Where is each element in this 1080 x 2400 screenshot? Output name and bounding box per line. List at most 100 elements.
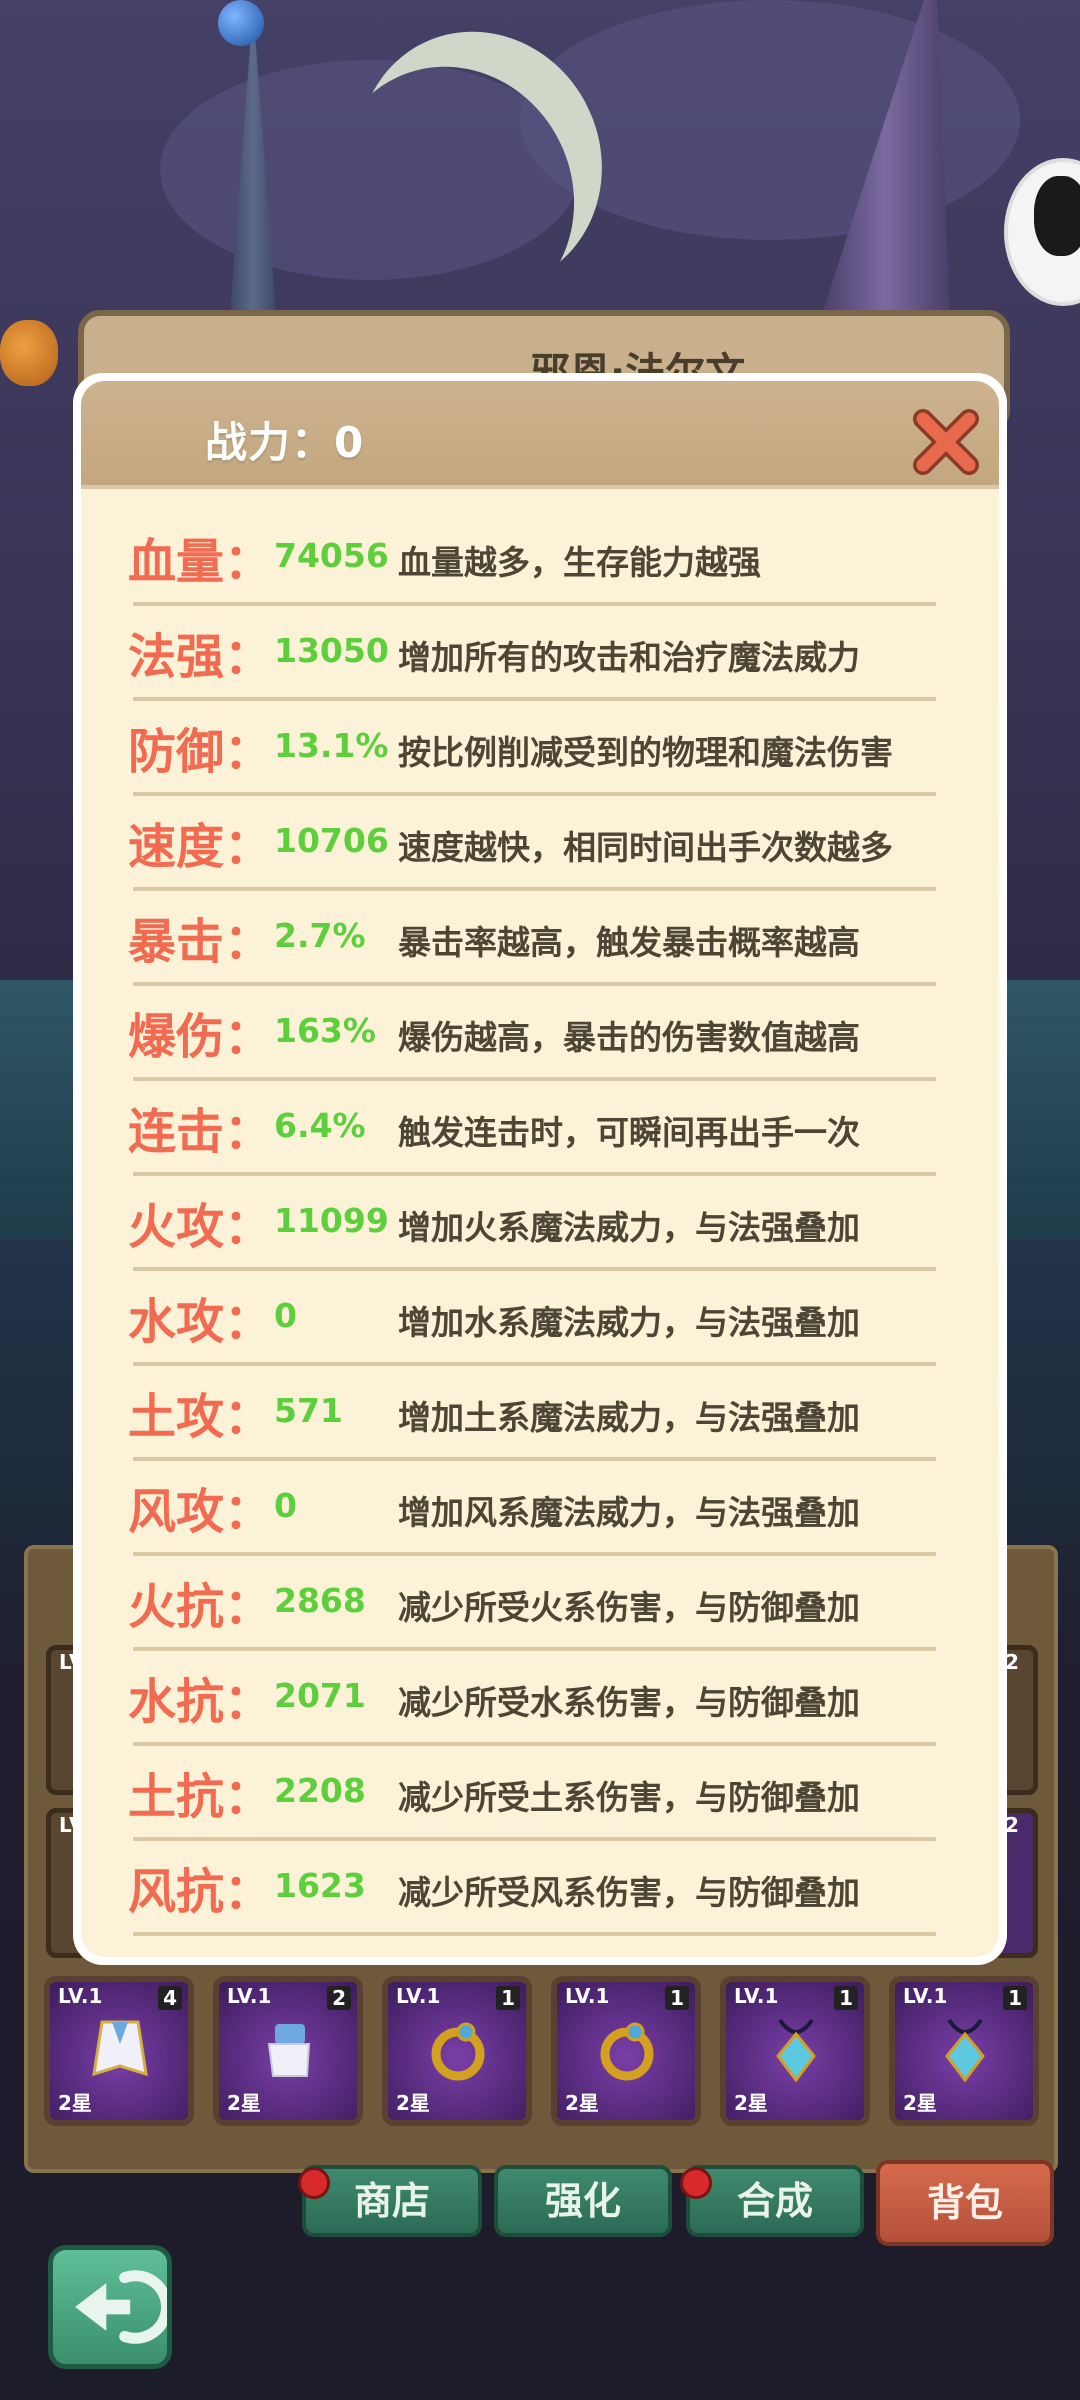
stat-name: 土攻： xyxy=(128,1389,273,1445)
stat-name: 水抗： xyxy=(128,1674,273,1730)
stat-name: 风攻： xyxy=(128,1484,273,1540)
slot-count: 2 xyxy=(1005,1813,1019,1837)
stats-dialog-body: 战力：0 血量： 74056 血量越多，生存能力越强 法强： 13050 增加所… xyxy=(81,381,999,1957)
slot-count: 2 xyxy=(1005,1650,1019,1674)
inventory-slot[interactable]: LV.1 2 2星 xyxy=(213,1976,363,2126)
stat-name: 法强： xyxy=(128,629,273,685)
stat-name: 火抗： xyxy=(128,1579,273,1635)
inventory-slot[interactable]: LV.1 1 2星 xyxy=(889,1976,1039,2126)
back-button[interactable] xyxy=(48,2245,173,2369)
stat-value: 13050 xyxy=(274,631,389,670)
stat-value: 2071 xyxy=(274,1676,366,1715)
stats-dialog: 战力：0 血量： 74056 血量越多，生存能力越强 法强： 13050 增加所… xyxy=(73,373,1007,1965)
inventory-slot[interactable]: LV.1 1 2星 xyxy=(551,1976,701,2126)
slot-count: 1 xyxy=(834,1986,858,2010)
back-arrow-icon xyxy=(75,2270,173,2344)
slot-count: 1 xyxy=(1003,1986,1027,2010)
stat-description: 增加所有的攻击和治疗魔法威力 xyxy=(398,638,860,677)
row-divider xyxy=(133,887,936,891)
stat-row-magic-power: 法强： 13050 增加所有的攻击和治疗魔法威力 xyxy=(128,607,936,702)
stat-name: 连击： xyxy=(128,1104,273,1160)
amulet-icon xyxy=(945,2018,985,2083)
stat-description: 速度越快，相同时间出手次数越多 xyxy=(398,828,893,867)
stat-name: 暴击： xyxy=(128,914,273,970)
bag-tab-button[interactable]: 背包 xyxy=(876,2160,1054,2246)
stat-row-combo: 连击： 6.4% 触发连击时，可瞬间再出手一次 xyxy=(128,1082,936,1177)
stat-description: 减少所受土系伤害，与防御叠加 xyxy=(398,1778,860,1817)
row-divider xyxy=(133,1837,936,1841)
stat-value: 74056 xyxy=(274,536,389,575)
notification-dot xyxy=(298,2167,330,2199)
stat-row-water-resist: 水抗： 2071 减少所受水系伤害，与防御叠加 xyxy=(128,1652,936,1747)
row-divider xyxy=(133,1742,936,1746)
slot-stars: 2星 xyxy=(396,2091,430,2115)
inventory-slot[interactable]: LV.1 1 2星 xyxy=(382,1976,532,2126)
combine-tab-button[interactable]: 合成 xyxy=(686,2165,864,2237)
stat-row-crit: 暴击： 2.7% 暴击率越高，触发暴击概率越高 xyxy=(128,892,936,987)
stat-value: 2.7% xyxy=(274,916,366,955)
stat-value: 1623 xyxy=(274,1866,366,1905)
stat-name: 血量： xyxy=(128,534,273,590)
stat-row-earth-resist: 土抗： 2208 减少所受土系伤害，与防御叠加 xyxy=(128,1747,936,1842)
stat-description: 减少所受火系伤害，与防御叠加 xyxy=(398,1588,860,1627)
enhance-tab-button[interactable]: 强化 xyxy=(494,2165,672,2237)
slot-stars: 2星 xyxy=(565,2091,599,2115)
slot-level: LV.1 xyxy=(58,1984,103,2008)
slot-level: LV.1 xyxy=(903,1984,948,2008)
stat-description: 增加水系魔法威力，与法强叠加 xyxy=(398,1303,860,1342)
row-divider xyxy=(133,792,936,796)
stat-value: 0 xyxy=(274,1296,297,1335)
row-divider xyxy=(133,1552,936,1556)
ring-icon xyxy=(431,2022,485,2081)
stat-row-earth-attack: 土攻： 571 增加土系魔法威力，与法强叠加 xyxy=(128,1367,936,1462)
stat-value: 11099 xyxy=(274,1201,389,1240)
stat-row-fire-resist: 火抗： 2868 减少所受火系伤害，与防御叠加 xyxy=(128,1557,936,1652)
slot-stars: 2星 xyxy=(227,2091,261,2115)
row-divider xyxy=(133,602,936,606)
row-divider xyxy=(133,1457,936,1461)
cloak-icon xyxy=(92,2020,148,2077)
stat-value: 2868 xyxy=(274,1581,366,1620)
shop-tab-button[interactable]: 商店 xyxy=(302,2165,482,2237)
stat-row-hp: 血量： 74056 血量越多，生存能力越强 xyxy=(128,512,936,607)
stat-name: 水攻： xyxy=(128,1294,273,1350)
stat-name: 土抗： xyxy=(128,1769,273,1825)
row-divider xyxy=(133,697,936,701)
row-divider xyxy=(133,1267,936,1271)
stat-value: 10706 xyxy=(274,821,389,860)
stat-description: 减少所受水系伤害，与防御叠加 xyxy=(398,1683,860,1722)
stat-row-defense: 防御： 13.1% 按比例削减受到的物理和魔法伤害 xyxy=(128,702,936,797)
slot-stars: 2星 xyxy=(58,2091,92,2115)
stat-row-crit-damage: 爆伤： 163% 爆伤越高，暴击的伤害数值越高 xyxy=(128,987,936,1082)
row-divider xyxy=(133,1647,936,1651)
stat-value: 6.4% xyxy=(274,1106,366,1145)
stats-dialog-header: 战力：0 xyxy=(81,381,999,489)
slot-level: LV.1 xyxy=(227,1984,272,2008)
stat-description: 按比例削减受到的物理和魔法伤害 xyxy=(398,733,893,772)
stat-value: 0 xyxy=(274,1486,297,1525)
slot-count: 1 xyxy=(496,1986,520,2010)
stat-value: 2208 xyxy=(274,1771,366,1810)
stat-description: 爆伤越高，暴击的伤害数值越高 xyxy=(398,1018,860,1057)
stat-row-fire-attack: 火攻： 11099 增加火系魔法威力，与法强叠加 xyxy=(128,1177,936,1272)
row-divider xyxy=(133,1932,936,1936)
combat-power-label: 战力： xyxy=(205,418,335,467)
stat-name: 速度： xyxy=(128,819,273,875)
slot-count: 4 xyxy=(158,1986,182,2010)
row-divider xyxy=(133,982,936,986)
stat-row-wind-attack: 风攻： 0 增加风系魔法威力，与法强叠加 xyxy=(128,1462,936,1557)
slot-stars: 2星 xyxy=(903,2091,937,2115)
gauntlet-icon xyxy=(267,2024,311,2077)
penguin-avatar-icon[interactable] xyxy=(1004,158,1080,306)
inventory-slot[interactable]: LV.1 1 2星 xyxy=(720,1976,870,2126)
slot-level: LV.1 xyxy=(565,1984,610,2008)
stat-description: 暴击率越高，触发暴击概率越高 xyxy=(398,923,860,962)
stat-description: 增加土系魔法威力，与法强叠加 xyxy=(398,1398,860,1437)
close-icon[interactable] xyxy=(909,405,983,479)
stat-row-water-attack: 水攻： 0 增加水系魔法威力，与法强叠加 xyxy=(128,1272,936,1367)
ring-icon xyxy=(600,2022,654,2081)
stat-value: 571 xyxy=(274,1391,343,1430)
inventory-slot[interactable]: LV.1 4 2星 xyxy=(44,1976,194,2126)
orb-icon xyxy=(218,0,264,46)
row-divider xyxy=(133,1172,936,1176)
